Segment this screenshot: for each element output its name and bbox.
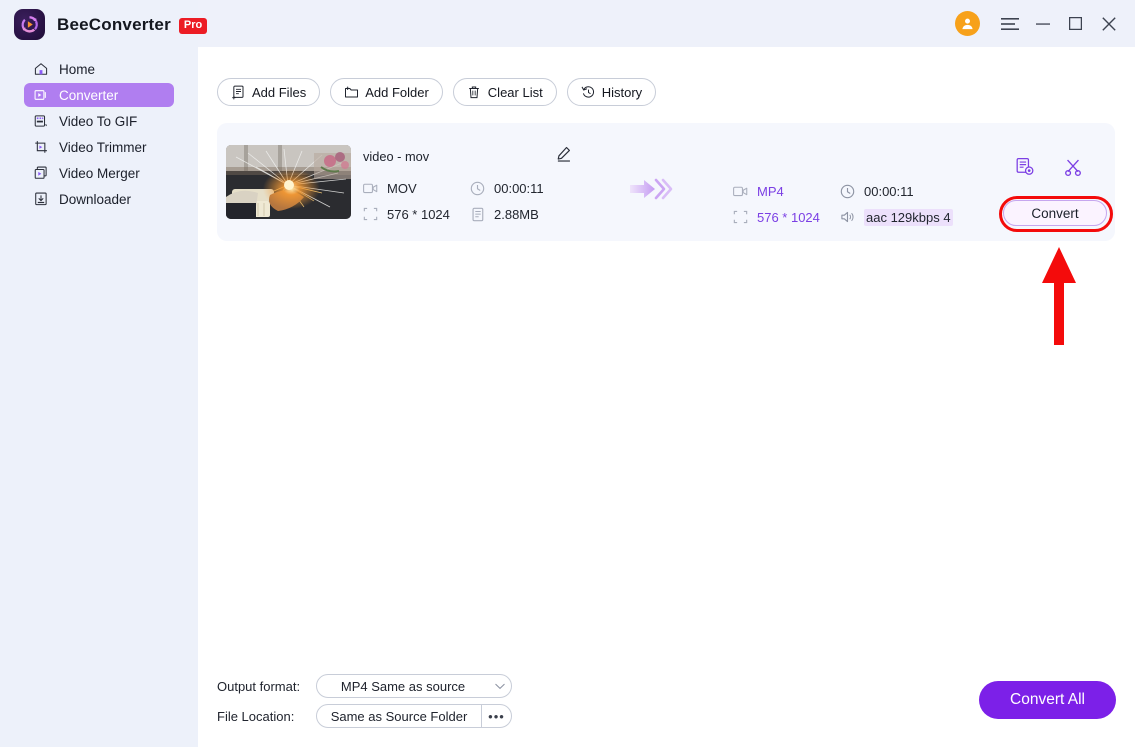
sidebar-item-downloader[interactable]: Downloader — [24, 187, 174, 211]
red-up-arrow-annotation — [1036, 245, 1082, 355]
title-bar: BeeConverter Pro — [0, 0, 1135, 47]
toolbar: Add Files Add Folder Clear List History — [217, 78, 657, 106]
downloader-icon — [32, 191, 49, 208]
output-format-select[interactable]: MP4 Same as source — [316, 674, 512, 698]
home-icon — [32, 61, 49, 78]
chevron-down-icon — [489, 683, 511, 690]
output-resolution-value: 576 * 1024 — [757, 209, 820, 225]
add-files-icon — [231, 85, 246, 100]
output-metadata: MP4 00:00:11 576 * 1024 aac 129kbps 4 — [733, 178, 953, 230]
ellipsis-icon[interactable]: ••• — [481, 705, 511, 727]
convert-button[interactable]: Convert — [1003, 200, 1107, 226]
video-to-gif-icon — [32, 113, 49, 130]
minimize-icon[interactable] — [1026, 7, 1059, 40]
sidebar-item-label: Home — [59, 61, 96, 77]
video-thumbnail — [226, 145, 351, 219]
trash-icon — [467, 85, 482, 100]
file-card-actions — [1015, 157, 1083, 177]
output-duration: 00:00:11 — [840, 184, 914, 199]
user-avatar-icon[interactable] — [955, 11, 980, 36]
add-folder-button[interactable]: Add Folder — [330, 78, 443, 106]
toolbar-button-label: History — [601, 84, 643, 100]
file-location-value: Same as Source Folder — [330, 708, 468, 724]
source-duration-value: 00:00:11 — [494, 180, 544, 196]
window-controls — [955, 0, 1125, 47]
hamburger-menu-icon[interactable] — [993, 7, 1026, 40]
app-title: BeeConverter — [57, 14, 171, 34]
output-format-value: MP4 Same as source — [340, 678, 466, 694]
video-format-icon — [363, 181, 378, 196]
add-files-button[interactable]: Add Files — [217, 78, 321, 106]
source-resolution-value: 576 * 1024 — [387, 206, 450, 222]
audio-icon — [840, 210, 855, 225]
output-resolution: 576 * 1024 — [733, 210, 840, 225]
close-icon[interactable] — [1092, 7, 1125, 40]
output-audio-value: aac 129kbps 4 — [864, 208, 953, 226]
resolution-icon — [363, 207, 378, 222]
output-audio: aac 129kbps 4 — [840, 208, 953, 226]
sidebar-item-label: Video Merger — [59, 165, 140, 181]
sidebar: Home Converter Video To GIF Video Trimme… — [0, 47, 198, 747]
file-location-select[interactable]: Same as Source Folder ••• — [316, 704, 512, 728]
sidebar-item-label: Video To GIF — [59, 113, 138, 129]
sidebar-item-video-merger[interactable]: Video Merger — [24, 161, 174, 185]
history-button[interactable]: History — [566, 78, 657, 106]
output-format: MP4 — [733, 184, 840, 199]
sidebar-item-home[interactable]: Home — [24, 57, 174, 81]
file-list-item[interactable]: video - mov MOV 00:00:11 576 * 1024 2.88… — [217, 123, 1115, 241]
source-duration: 00:00:11 — [470, 181, 544, 196]
file-location-label: File Location: — [217, 709, 295, 724]
source-format-value: MOV — [387, 180, 417, 196]
app-window: BeeConverter Pro Home Converter Video To… — [0, 0, 1135, 747]
source-format: MOV — [363, 181, 470, 196]
output-format-label: Output format: — [217, 679, 301, 694]
output-settings-icon[interactable] — [1015, 157, 1035, 177]
sidebar-item-video-to-gif[interactable]: Video To GIF — [24, 109, 174, 133]
clear-list-button[interactable]: Clear List — [452, 78, 557, 106]
resolution-icon — [733, 210, 748, 225]
converter-icon — [32, 87, 49, 104]
pro-badge: Pro — [178, 17, 208, 34]
sidebar-item-label: Converter — [59, 87, 119, 103]
sidebar-item-label: Video Trimmer — [59, 139, 147, 155]
video-merger-icon — [32, 165, 49, 182]
clock-icon — [470, 181, 485, 196]
maximize-icon[interactable] — [1059, 7, 1092, 40]
clock-icon — [840, 184, 855, 199]
sidebar-item-video-trimmer[interactable]: Video Trimmer — [24, 135, 174, 159]
sidebar-item-label: Downloader — [59, 191, 132, 207]
toolbar-button-label: Add Files — [252, 84, 307, 100]
output-format-value: MP4 — [757, 183, 784, 199]
app-branding: BeeConverter Pro — [14, 9, 208, 40]
source-size-value: 2.88MB — [494, 206, 539, 222]
toolbar-button-label: Clear List — [487, 84, 543, 100]
convert-all-button[interactable]: Convert All — [979, 681, 1116, 719]
video-format-icon — [733, 184, 748, 199]
file-name: video - mov — [363, 149, 430, 164]
source-resolution: 576 * 1024 — [363, 207, 470, 222]
video-trimmer-icon — [32, 139, 49, 156]
convert-arrow-icon — [629, 177, 673, 206]
sidebar-item-converter[interactable]: Converter — [24, 83, 174, 107]
history-icon — [581, 85, 596, 100]
output-duration-value: 00:00:11 — [864, 183, 914, 199]
source-metadata: MOV 00:00:11 576 * 1024 2.88MB — [363, 175, 544, 227]
edit-pencil-icon[interactable] — [555, 145, 573, 163]
add-folder-icon — [344, 85, 359, 100]
toolbar-button-label: Add Folder — [365, 84, 429, 100]
file-size-icon — [470, 207, 485, 222]
beeconverter-logo-icon — [14, 9, 45, 40]
scissors-icon[interactable] — [1063, 157, 1083, 177]
source-size: 2.88MB — [470, 207, 539, 222]
